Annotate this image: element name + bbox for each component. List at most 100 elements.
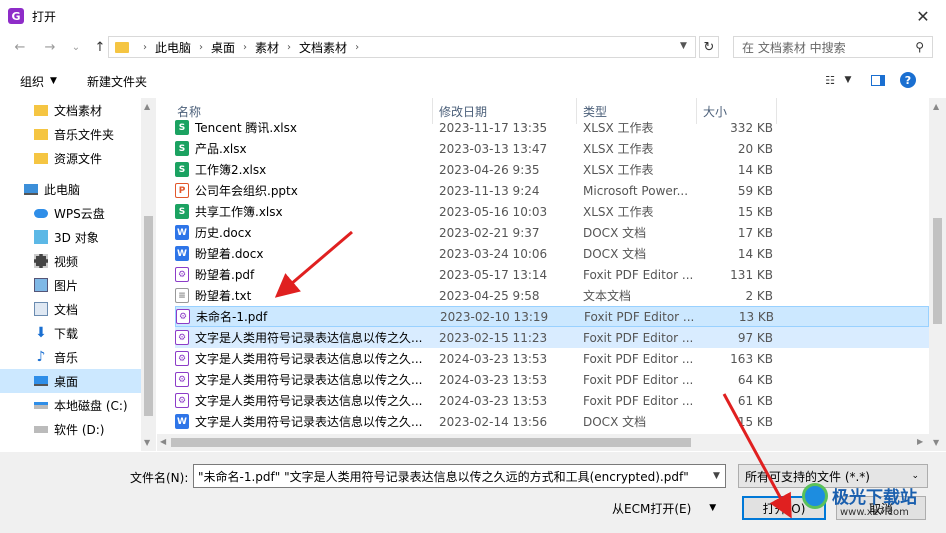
file-list-scrollbar[interactable]: ▲ ▼	[929, 98, 946, 451]
sidebar-item-folder[interactable]: 音乐文件夹	[0, 122, 141, 146]
sidebar-item-videos[interactable]: 视频	[0, 249, 141, 273]
help-button[interactable]: ?	[900, 72, 916, 88]
file-row[interactable]: ⚙ 文字是人类用符号记录表达信息以传之久... 2023-02-15 11:23 Fo…	[175, 327, 929, 348]
recent-locations-button[interactable]: ⌄	[66, 37, 86, 57]
file-row[interactable]: S 工作簿2.xlsx 2023-04-26 9:35 XLSX 工作表 14 KB	[175, 159, 929, 180]
address-bar[interactable]: › 此电脑 › 桌面 › 素材 › 文档素材 ›	[108, 36, 696, 58]
scroll-down-icon[interactable]: ▼	[933, 438, 939, 447]
picture-icon	[34, 278, 48, 292]
preview-pane-icon	[871, 74, 885, 86]
sidebar-item-label: 音乐	[54, 350, 79, 365]
file-size: 15 KB	[737, 204, 773, 219]
file-name-cell: W 历史.docx	[175, 224, 431, 241]
file-name: 文字是人类用符号记录表达信息以传之久...	[195, 352, 423, 366]
breadcrumb-item[interactable]: 文档素材	[299, 39, 347, 56]
scroll-right-icon[interactable]: ▶	[917, 437, 923, 446]
sidebar-scrollbar[interactable]: ▲ ▼	[141, 98, 156, 451]
view-mode-dropdown[interactable]: ▼	[840, 73, 856, 87]
scrollbar-thumb[interactable]	[933, 218, 942, 324]
file-size: 64 KB	[737, 372, 773, 387]
sidebar-item-drive-c[interactable]: 本地磁盘 (C:)	[0, 393, 141, 417]
scroll-up-icon[interactable]: ▲	[933, 102, 939, 111]
scroll-left-icon[interactable]: ◀	[160, 437, 166, 446]
horizontal-scrollbar[interactable]: ◀ ▶	[157, 434, 929, 451]
file-row[interactable]: W 盼望着.docx 2023-03-24 10:06 DOCX 文档 14 KB	[175, 243, 929, 264]
sidebar-item-label: 文档	[54, 302, 79, 317]
back-button[interactable]: ←	[10, 37, 30, 57]
sidebar-item-desktop[interactable]: 桌面	[0, 369, 141, 393]
view-mode-button[interactable]: ☷	[822, 73, 838, 87]
file-row[interactable]: W 文字是人类用符号记录表达信息以传之久... 2023-02-14 13:56 DO…	[175, 411, 929, 432]
sidebar-item-folder[interactable]: 资源文件	[0, 146, 141, 170]
search-input[interactable]: 在 文档素材 中搜索 ⚲	[733, 36, 933, 58]
scrollbar-thumb[interactable]	[144, 216, 153, 416]
file-name-cell: S 共享工作簿.xlsx	[175, 203, 431, 220]
chevron-right-icon: ›	[243, 41, 248, 53]
sidebar-item-downloads[interactable]: ⬇ 下载	[0, 321, 141, 345]
filename-label: 文件名(N):	[130, 471, 189, 485]
scroll-down-icon[interactable]: ▼	[144, 438, 150, 447]
file-name: 盼望着.docx	[195, 247, 264, 261]
file-name: 文字是人类用符号记录表达信息以传之久...	[195, 415, 423, 429]
folder-icon	[115, 41, 129, 53]
new-folder-button[interactable]: 新建文件夹	[87, 73, 147, 90]
file-row[interactable]: ⚙ 文字是人类用符号记录表达信息以传之久... 2024-03-23 13:53 Fo…	[175, 390, 929, 411]
scrollbar-thumb[interactable]	[171, 438, 691, 447]
breadcrumb: › 此电脑 › 桌面 › 素材 › 文档素材 ›	[135, 39, 367, 56]
sidebar-item-wps-cloud[interactable]: WPS云盘	[0, 201, 141, 225]
file-type: XLSX 工作表	[583, 121, 654, 135]
sidebar-item-3d[interactable]: 3D 对象	[0, 225, 141, 249]
xlsx-file-icon: S	[175, 120, 189, 135]
file-row[interactable]: ⚙ 盼望着.pdf 2023-05-17 13:14 Foxit PDF Editor…	[175, 264, 929, 285]
forward-button[interactable]: →	[40, 37, 60, 57]
file-row[interactable]: P 公司年会组织.pptx 2023-11-13 9:24 Microsoft Pow…	[175, 180, 929, 201]
file-size: 2 KB	[745, 288, 773, 303]
download-icon: ⬇	[35, 325, 47, 341]
cloud-icon	[34, 208, 48, 218]
file-list: 名称 ⌃ 修改日期 类型 大小 S Tencent 腾讯.xlsx 2023-11-1…	[157, 98, 929, 451]
file-name: 工作簿2.xlsx	[195, 163, 267, 177]
sidebar-item-drive-d[interactable]: 软件 (D:)	[0, 417, 141, 441]
up-button[interactable]: ↑	[90, 37, 110, 57]
breadcrumb-item[interactable]: 素材	[255, 39, 279, 56]
breadcrumb-item[interactable]: 此电脑	[155, 39, 191, 56]
window-title: 打开	[32, 9, 57, 24]
file-row[interactable]: ⚙ 未命名-1.pdf 2023-02-10 13:19 Foxit PDF Edit…	[175, 306, 929, 327]
close-button[interactable]: ✕	[900, 0, 946, 32]
file-name-cell: W 盼望着.docx	[175, 245, 431, 262]
file-row[interactable]: S 共享工作簿.xlsx 2023-05-16 10:03 XLSX 工作表 15 KB	[175, 201, 929, 222]
file-row[interactable]: ⚙ 文字是人类用符号记录表达信息以传之久... 2024-03-23 13:53 Fo…	[175, 348, 929, 369]
computer-icon	[24, 183, 38, 195]
title-bar: G 打开 ✕	[0, 0, 946, 32]
preview-pane-button[interactable]	[870, 73, 886, 87]
sidebar-item-documents[interactable]: 文档	[0, 297, 141, 321]
pdf-file-icon: ⚙	[175, 393, 189, 408]
file-type: 文本文档	[583, 289, 632, 303]
organize-button[interactable]: 组织 ▼	[20, 73, 57, 90]
file-row[interactable]: S 产品.xlsx 2023-03-13 13:47 XLSX 工作表 20 KB	[175, 138, 929, 159]
filename-dropdown-icon[interactable]: ▼	[713, 471, 720, 481]
pdf-file-icon: ⚙	[176, 309, 190, 324]
refresh-icon: ↻	[703, 39, 715, 55]
sidebar-item-this-pc[interactable]: 此电脑	[0, 177, 141, 201]
sidebar-item-music[interactable]: ♪ 音乐	[0, 345, 141, 369]
file-name: 未命名-1.pdf	[196, 310, 268, 324]
file-row[interactable]: S Tencent 腾讯.xlsx 2023-11-17 13:35 XLSX 工作表…	[175, 117, 929, 138]
breadcrumb-item[interactable]: 桌面	[211, 39, 235, 56]
refresh-button[interactable]: ↻	[699, 36, 719, 58]
file-row[interactable]: ≡ 盼望着.txt 2023-04-25 9:58 文本文档 2 KB	[175, 285, 929, 306]
file-type: Foxit PDF Editor ...	[583, 393, 694, 408]
sidebar-item-pictures[interactable]: 图片	[0, 273, 141, 297]
file-size: 14 KB	[737, 246, 773, 261]
scroll-up-icon[interactable]: ▲	[144, 102, 150, 111]
sidebar-item-label: 下载	[54, 326, 79, 341]
file-date: 2023-03-24 10:06	[439, 246, 548, 261]
address-dropdown-icon[interactable]: ▼	[680, 41, 687, 51]
file-row[interactable]: W 历史.docx 2023-02-21 9:37 DOCX 文档 17 KB	[175, 222, 929, 243]
open-from-ecm-button[interactable]: 从ECM打开(E) ▼	[612, 498, 716, 518]
sidebar-item-folder[interactable]: 文档素材	[0, 98, 141, 122]
filename-input[interactable]: "未命名-1.pdf" "文字是人类用符号记录表达信息以传之久远的方式和工具(e…	[193, 464, 726, 488]
sidebar-item-label: 软件 (D:)	[54, 422, 105, 437]
file-row[interactable]: ⚙ 文字是人类用符号记录表达信息以传之久... 2024-03-23 13:53 Fo…	[175, 369, 929, 390]
file-date: 2023-02-14 13:56	[439, 414, 548, 429]
